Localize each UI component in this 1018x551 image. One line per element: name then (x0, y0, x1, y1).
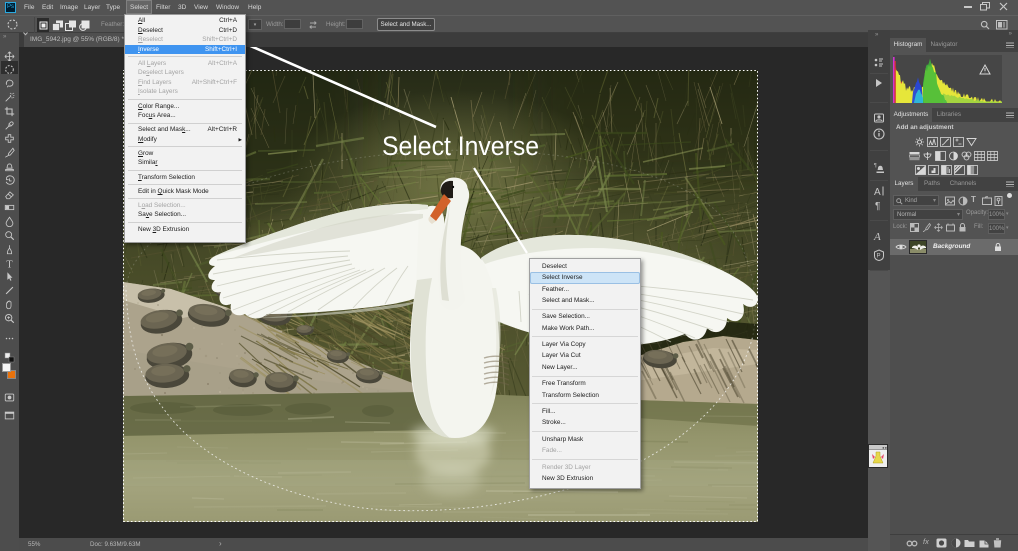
svg-text:¶: ¶ (874, 163, 877, 169)
svg-text:Select Inverse: Select Inverse (382, 131, 539, 161)
svg-text:A: A (873, 231, 881, 243)
svg-text:T: T (6, 259, 13, 269)
svg-text:¶: ¶ (875, 201, 880, 212)
svg-text:A: A (874, 187, 881, 198)
svg-text:P: P (877, 254, 881, 260)
